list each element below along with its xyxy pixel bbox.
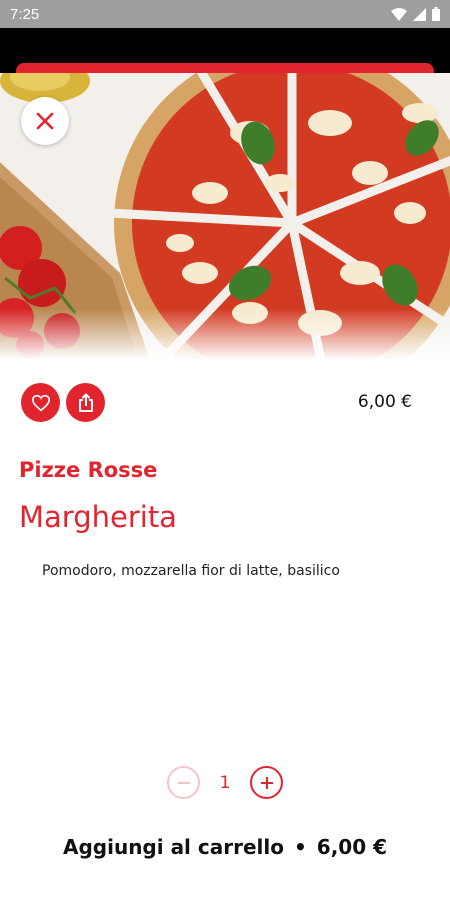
decrease-quantity-button[interactable]: [167, 766, 200, 799]
increase-quantity-button[interactable]: [250, 766, 283, 799]
share-icon: [78, 393, 93, 412]
product-price: 6,00 €: [357, 392, 412, 412]
product-category: Pizze Rosse: [19, 458, 158, 482]
cart-total: 6,00 €: [316, 835, 388, 859]
close-icon: [36, 112, 54, 130]
heart-icon: [31, 394, 50, 411]
status-time: 7:25: [10, 5, 40, 23]
quantity-stepper: 1: [0, 766, 450, 799]
product-description: Pomodoro, mozzarella fior di latte, basi…: [42, 563, 340, 579]
status-icons: [391, 7, 440, 21]
separator-dot: •: [293, 835, 307, 859]
product-actions: [21, 383, 105, 422]
minus-icon: [177, 781, 190, 784]
product-name: Margherita: [19, 500, 177, 534]
cellular-icon: [413, 7, 426, 21]
close-button[interactable]: [21, 97, 69, 145]
battery-icon: [432, 7, 440, 21]
share-button[interactable]: [66, 383, 105, 422]
add-to-cart-button[interactable]: Aggiungi al carrello • 6,00 €: [0, 826, 450, 868]
plus-icon: [260, 776, 273, 789]
favorite-button[interactable]: [21, 383, 60, 422]
quantity-value: 1: [219, 772, 231, 793]
status-bar: 7:25: [0, 0, 450, 28]
wifi-icon: [391, 7, 407, 21]
add-to-cart-label: Aggiungi al carrello: [62, 835, 284, 859]
